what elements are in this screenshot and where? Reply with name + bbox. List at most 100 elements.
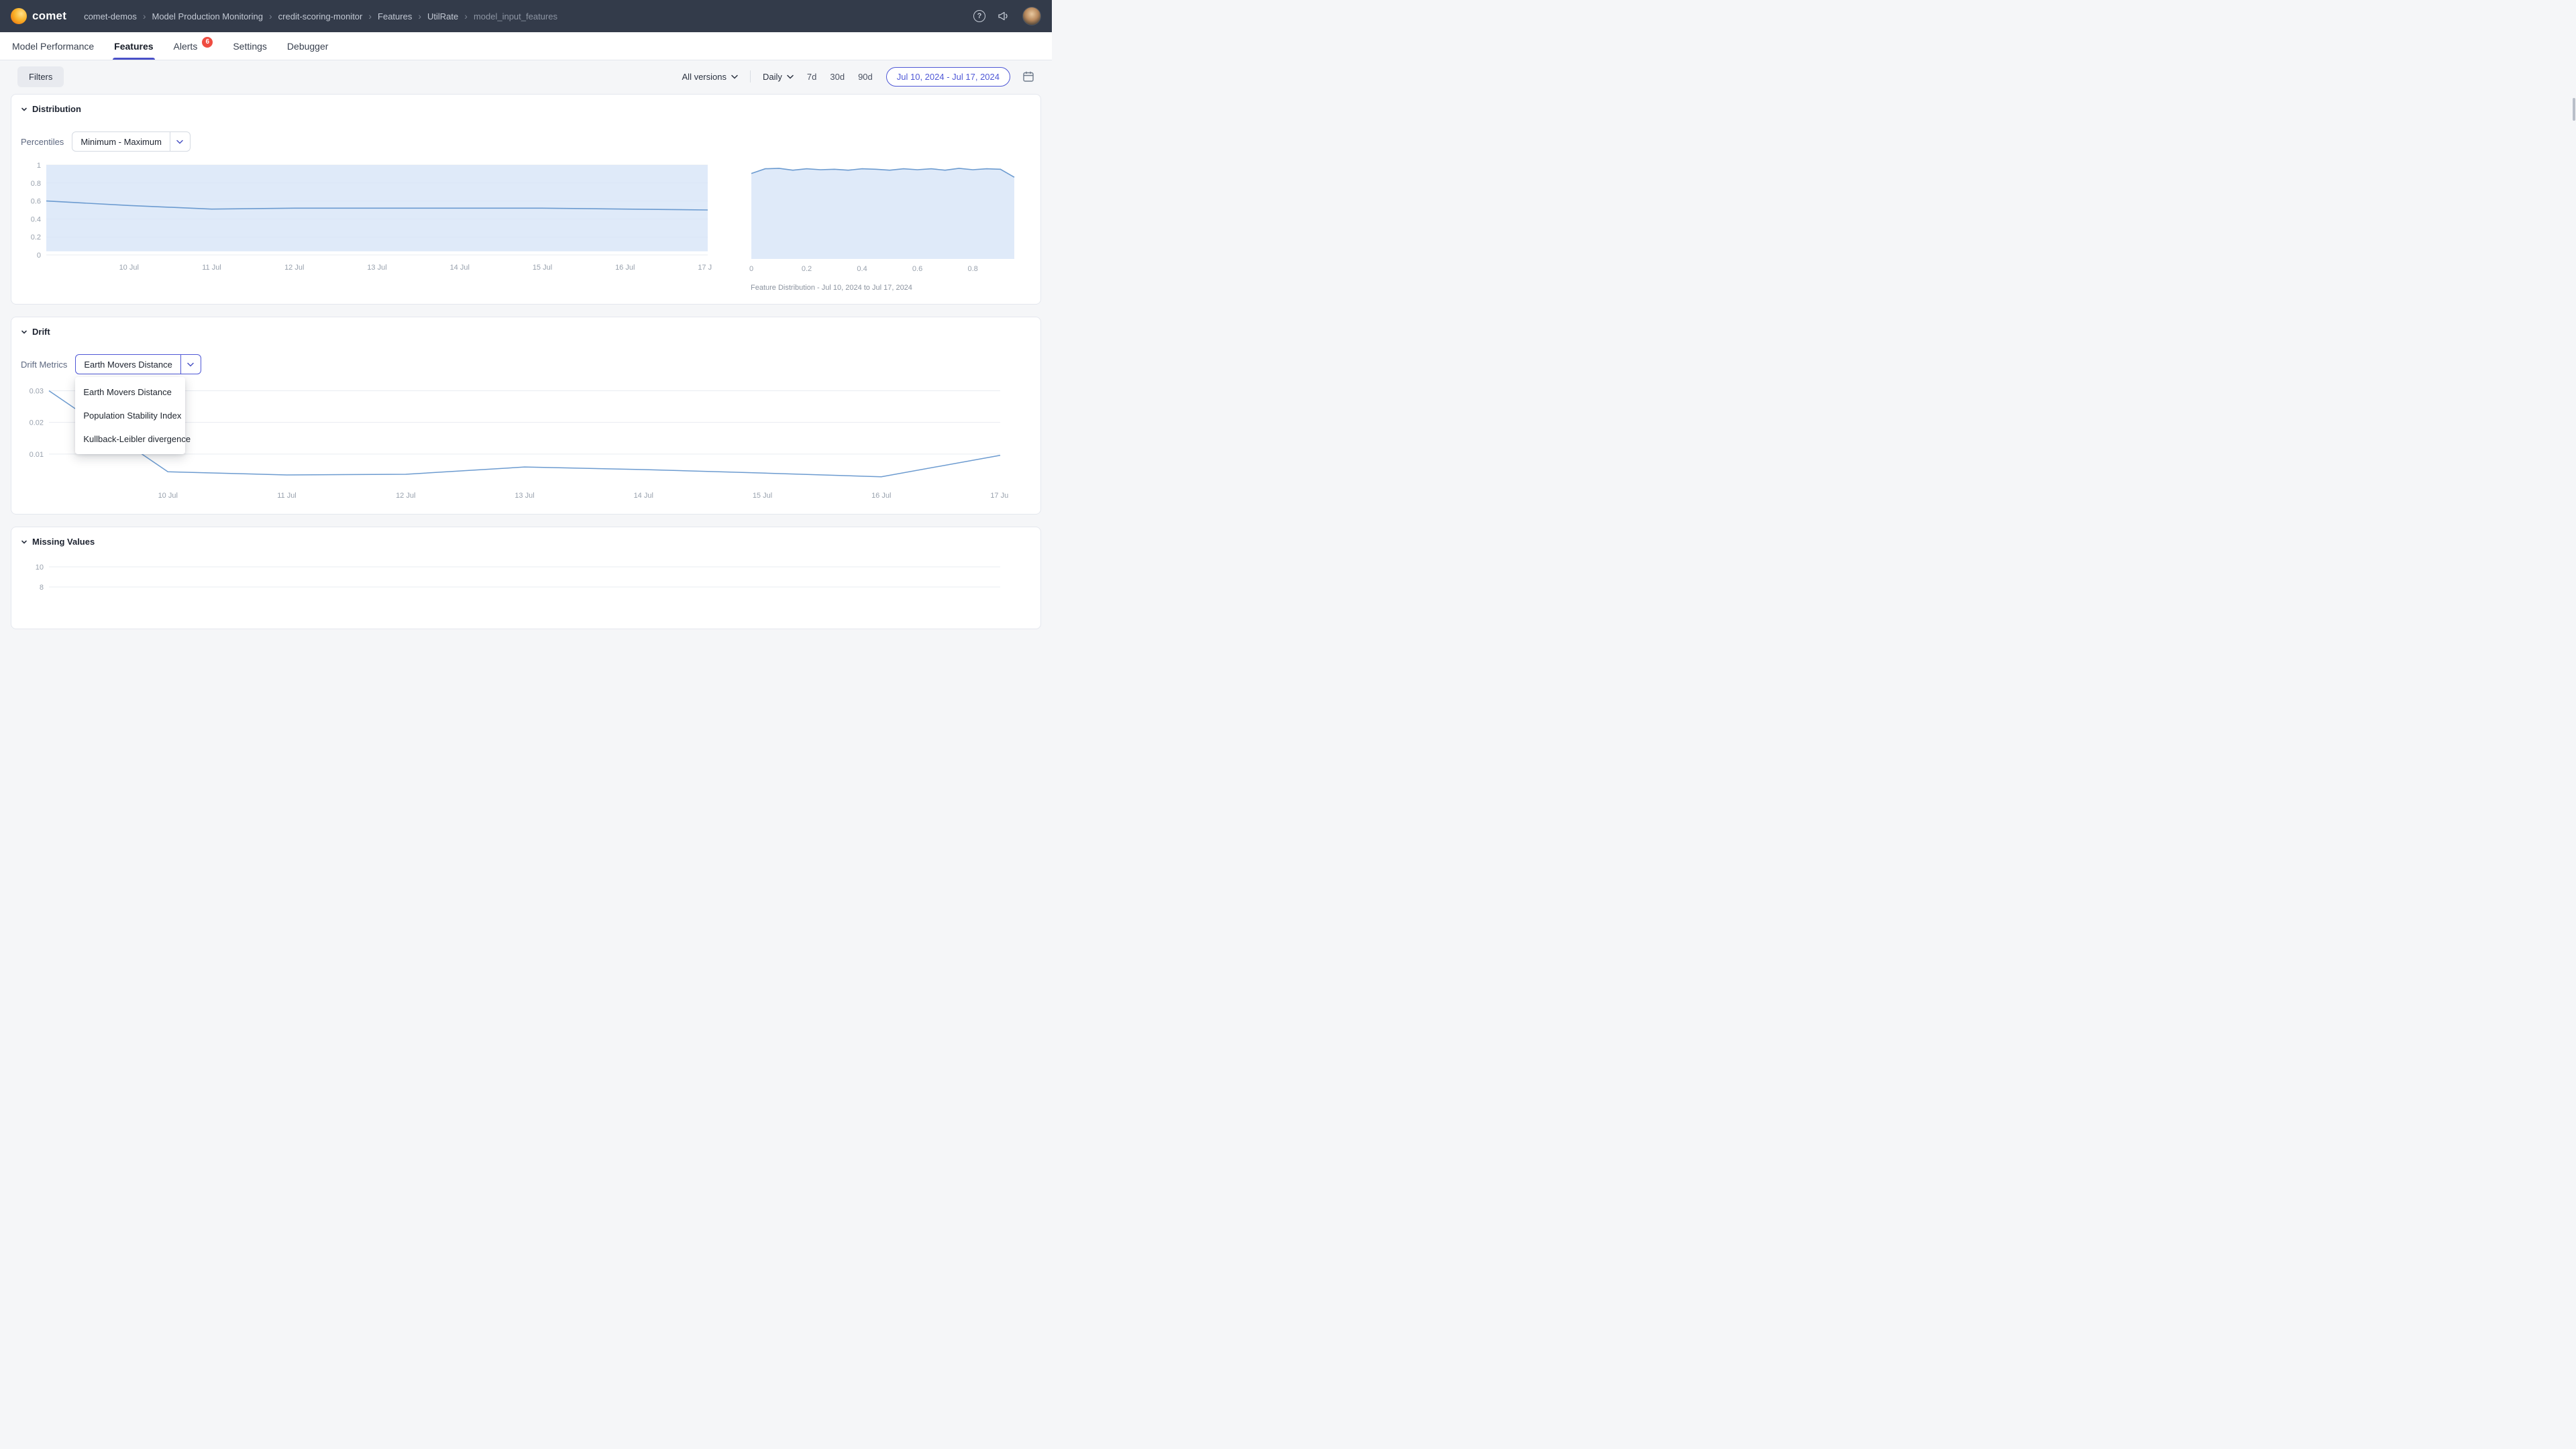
tab-label: Alerts [174, 41, 198, 52]
breadcrumb-separator: › [368, 11, 372, 21]
tab-label: Model Performance [12, 41, 94, 52]
svg-text:0.4: 0.4 [857, 265, 867, 273]
chevron-down-icon [170, 132, 190, 151]
svg-text:12 Jul: 12 Jul [396, 492, 415, 500]
breadcrumb-item[interactable]: Features [378, 11, 412, 21]
tab-label: Debugger [287, 41, 329, 52]
feature-distribution-chart[interactable]: 0 0.2 0.4 0.6 0.8 [749, 161, 1016, 276]
help-icon[interactable]: ? [973, 10, 985, 22]
svg-text:0.8: 0.8 [31, 180, 41, 188]
svg-text:11 Jul: 11 Jul [277, 492, 297, 500]
breadcrumb-separator: › [464, 11, 468, 21]
breadcrumb-item[interactable]: comet-demos [84, 11, 137, 21]
drift-section-header[interactable]: Drift [21, 327, 1031, 337]
collapse-chevron-icon [21, 539, 28, 545]
drift-metric-option[interactable]: Earth Movers Distance [75, 380, 185, 404]
svg-text:0: 0 [749, 265, 753, 273]
comet-logo[interactable]: comet [11, 8, 66, 24]
chevron-down-icon [731, 74, 738, 79]
drift-metrics-label: Drift Metrics [21, 360, 67, 370]
versions-dropdown[interactable]: All versions [682, 72, 738, 82]
collapse-chevron-icon [21, 329, 28, 335]
svg-text:11 Jul: 11 Jul [202, 264, 221, 272]
tab-settings[interactable]: Settings [231, 32, 268, 60]
date-range-button[interactable]: Jul 10, 2024 - Jul 17, 2024 [886, 67, 1010, 87]
drift-metrics-dropdown[interactable]: Earth Movers Distance [75, 354, 201, 374]
tab-model-performance[interactable]: Model Performance [11, 32, 95, 60]
svg-text:14 Jul: 14 Jul [634, 492, 653, 500]
range-preset-7d[interactable]: 7d [806, 70, 818, 83]
drift-metrics-menu: Earth Movers DistancePopulation Stabilit… [75, 377, 185, 454]
tab-features[interactable]: Features [113, 32, 154, 60]
breadcrumb-item: model_input_features [474, 11, 557, 21]
breadcrumb-item[interactable]: Model Production Monitoring [152, 11, 263, 21]
svg-text:0.02: 0.02 [30, 419, 44, 427]
announcements-icon[interactable] [998, 11, 1010, 21]
breadcrumb-separator: › [418, 11, 421, 21]
interval-dropdown[interactable]: Daily [763, 72, 794, 82]
section-title: Distribution [32, 104, 81, 114]
chevron-down-icon [180, 355, 201, 374]
svg-text:1: 1 [37, 162, 41, 170]
percentile-band-chart[interactable]: 00.20.40.60.8110 Jul11 Jul12 Jul13 Jul14… [21, 161, 712, 276]
main-content: Distribution Percentiles Minimum - Maxim… [0, 93, 1052, 629]
drift-section: Drift Drift Metrics Earth Movers Distanc… [11, 317, 1041, 515]
tab-label: Features [114, 41, 153, 52]
percentiles-dropdown-value: Minimum - Maximum [72, 132, 170, 151]
versions-label: All versions [682, 72, 727, 82]
drift-metrics-dropdown-value: Earth Movers Distance [76, 355, 180, 374]
section-title: Missing Values [32, 537, 95, 547]
chevron-down-icon [787, 74, 794, 79]
missing-values-section-header[interactable]: Missing Values [21, 537, 1031, 547]
section-title: Drift [32, 327, 50, 337]
toolbar-divider [750, 70, 751, 83]
comet-logo-text: comet [32, 9, 66, 23]
svg-text:0.03: 0.03 [30, 388, 44, 396]
breadcrumb-item[interactable]: credit-scoring-monitor [278, 11, 363, 21]
svg-text:10 Jul: 10 Jul [158, 492, 178, 500]
drift-metric-option[interactable]: Kullback-Leibler divergence [75, 427, 185, 451]
toolbar-right: All versions Daily 7d 30d 90d Jul 10, 2024… [682, 67, 1034, 87]
svg-text:0.2: 0.2 [31, 233, 41, 241]
breadcrumb-separator: › [269, 11, 272, 21]
user-avatar[interactable] [1022, 7, 1041, 25]
tab-alerts[interactable]: Alerts 6 [172, 32, 215, 60]
distribution-section: Distribution Percentiles Minimum - Maxim… [11, 94, 1041, 305]
alerts-badge: 6 [202, 37, 213, 48]
svg-text:17 Jul: 17 Jul [990, 492, 1008, 500]
collapse-chevron-icon [21, 106, 28, 113]
feature-distribution-caption: Feature Distribution - Jul 10, 2024 to J… [751, 284, 1016, 292]
svg-text:0.8: 0.8 [967, 265, 977, 273]
main-tabs: Model Performance Features Alerts 6 Settings… [0, 32, 1052, 60]
missing-values-chart[interactable]: 108 [21, 556, 1008, 616]
toolbar: Filters All versions Daily 7d 30d 90d Jul … [0, 60, 1052, 93]
calendar-icon[interactable] [1022, 70, 1034, 83]
svg-text:10 Jul: 10 Jul [119, 264, 139, 272]
svg-text:15 Jul: 15 Jul [533, 264, 552, 272]
filters-button[interactable]: Filters [17, 66, 64, 87]
percentiles-dropdown[interactable]: Minimum - Maximum [72, 131, 191, 152]
svg-text:0.2: 0.2 [802, 265, 812, 273]
comet-logo-icon [11, 8, 27, 24]
svg-text:0.6: 0.6 [912, 265, 922, 273]
range-preset-30d[interactable]: 30d [828, 70, 846, 83]
tab-debugger[interactable]: Debugger [286, 32, 330, 60]
svg-text:0.6: 0.6 [31, 198, 41, 206]
top-navbar: comet comet-demos › Model Production Monit… [0, 0, 1052, 32]
breadcrumb-item[interactable]: UtilRate [427, 11, 458, 21]
scrollbar-thumb[interactable] [2573, 98, 2575, 121]
range-preset-group: 7d 30d 90d [806, 70, 874, 83]
distribution-section-header[interactable]: Distribution [21, 104, 1031, 114]
svg-text:17 Jul: 17 Jul [698, 264, 712, 272]
svg-text:16 Jul: 16 Jul [615, 264, 635, 272]
breadcrumb: comet-demos › Model Production Monitoring ›… [84, 11, 557, 21]
svg-text:15 Jul: 15 Jul [753, 492, 772, 500]
tab-label: Settings [233, 41, 267, 52]
drift-metric-option[interactable]: Population Stability Index [75, 404, 185, 427]
svg-text:0.01: 0.01 [30, 451, 44, 459]
navbar-actions: ? [973, 7, 1041, 25]
svg-text:14 Jul: 14 Jul [450, 264, 470, 272]
breadcrumb-separator: › [143, 11, 146, 21]
range-preset-90d[interactable]: 90d [857, 70, 874, 83]
svg-text:16 Jul: 16 Jul [871, 492, 891, 500]
